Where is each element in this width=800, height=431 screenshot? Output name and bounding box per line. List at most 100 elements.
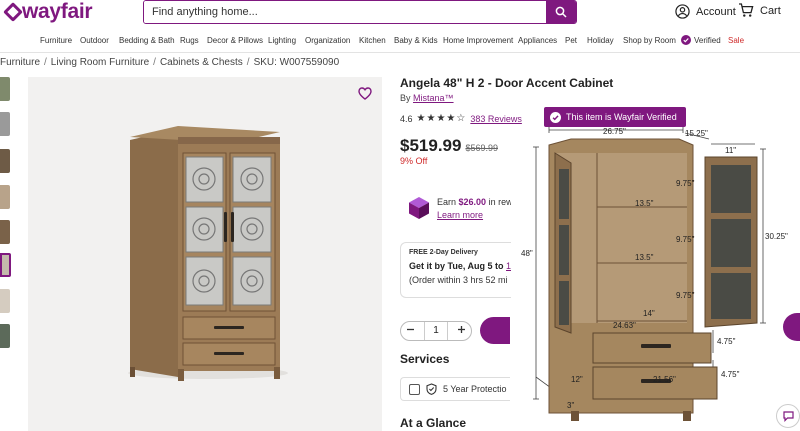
dim-label-inner-width: 24.63" (613, 321, 636, 330)
site-header: wayfair Account Cart (0, 0, 800, 28)
thumbnail[interactable] (0, 185, 10, 209)
reviews-link[interactable]: 383 Reviews (470, 114, 522, 124)
add-to-cart-button[interactable] (480, 317, 510, 344)
thumbnail-selected[interactable] (0, 253, 11, 277)
brand-link[interactable]: Mistana™ (413, 93, 454, 103)
rewards-learn-more-link[interactable]: Learn more (437, 210, 483, 220)
dim-label-door-width: 11" (725, 146, 737, 155)
nav-item-rugs[interactable]: Rugs (180, 36, 199, 45)
nav-item-organization[interactable]: Organization (305, 36, 350, 45)
breadcrumb-item[interactable]: Furniture (0, 57, 40, 68)
dim-label-door-height: 30.25" (765, 232, 788, 241)
logo-mark-icon (3, 2, 23, 22)
price-row: $519.99 $569.99 (400, 136, 498, 156)
search-bar (143, 0, 577, 24)
dim-label-shelf-gap-2: 9.75" (676, 235, 695, 244)
rewards-row: Earn $26.00 in rew Learn more (408, 196, 513, 222)
dim-label-inner-depth: 14" (643, 309, 655, 318)
rating-row: 4.6 ★★★★☆ 383 Reviews (400, 113, 522, 124)
nav-item-pet[interactable]: Pet (565, 36, 577, 45)
thumbnail[interactable] (0, 289, 10, 313)
rewards-text: Earn $26.00 in rew Learn more (437, 196, 513, 222)
nav-item-kitchen[interactable]: Kitchen (359, 36, 386, 45)
product-info-panel: Angela 48" H 2 - Door Accent Cabinet By … (400, 76, 800, 430)
cart-icon (739, 3, 754, 17)
nav-item-home-improvement[interactable]: Home Improvement (443, 36, 513, 45)
nav-item-bedding-bath[interactable]: Bedding & Bath (119, 36, 175, 45)
breadcrumb-sku: SKU: W007559090 (253, 57, 340, 68)
nav-item-shop-by-room[interactable]: Shop by Room (623, 36, 676, 45)
search-button[interactable] (546, 1, 576, 23)
cart-link[interactable]: Cart (738, 3, 781, 18)
thumbnail[interactable] (0, 112, 10, 136)
search-icon (555, 6, 567, 18)
favorite-button[interactable] (358, 87, 372, 105)
chat-button[interactable] (776, 404, 800, 428)
brand-line: By Mistana™ (400, 93, 454, 103)
decrement-button[interactable] (406, 325, 415, 337)
quantity-value[interactable]: 1 (424, 322, 448, 340)
dim-label-drawer-width: 21.56" (653, 375, 676, 384)
verified-badge-text: This item is Wayfair Verified (566, 112, 677, 122)
original-price: $569.99 (465, 143, 498, 153)
wayfair-logo[interactable]: wayfair (3, 0, 93, 24)
protection-label: 5 Year Protectio (443, 384, 507, 394)
nav-item-decor-pillows[interactable]: Decor & Pillows (207, 36, 263, 45)
dim-label-shelf-depth-2: 13.5" (635, 253, 654, 262)
thumbnail[interactable] (0, 149, 10, 173)
dimensions-diagram: 26.75" 15.25" 11" 48" 30.25" 9.75" 9.75"… (511, 127, 800, 431)
nav-item-baby-kids[interactable]: Baby & Kids (394, 36, 438, 45)
protection-plan-option[interactable]: 5 Year Protectio (400, 377, 510, 401)
dimensions-drawing (533, 127, 766, 421)
breadcrumb-separator: / (246, 57, 250, 68)
breadcrumb: Furniture / Living Room Furniture / Cabinets… (0, 57, 339, 68)
dim-label-depth-top: 15.25" (685, 129, 708, 138)
services-heading: Services (400, 352, 450, 366)
thumbnail[interactable] (0, 220, 10, 244)
rating-value: 4.6 (400, 113, 413, 124)
dim-label-drawer-1: 4.75" (717, 337, 736, 346)
nav-item-holiday[interactable]: Holiday (587, 36, 614, 45)
current-price: $519.99 (400, 136, 462, 155)
thumbnail[interactable] (0, 77, 10, 101)
product-main-image[interactable] (28, 77, 382, 431)
rewards-suffix: in rew (488, 197, 513, 207)
breadcrumb-separator: / (153, 57, 156, 68)
product-page: wayfair Account Cart Furniture Outdoor B… (0, 0, 800, 431)
chat-icon (782, 410, 794, 422)
nav-item-lighting[interactable]: Lighting (268, 36, 296, 45)
search-input[interactable] (144, 1, 546, 23)
nav-item-appliances[interactable]: Appliances (518, 36, 557, 45)
dim-label-leg-height: 3" (567, 401, 575, 410)
verified-label: Verified (694, 35, 721, 45)
nav-item-verified[interactable]: Verified (681, 35, 721, 45)
delivery-date: Get it by Tue, Aug 5 to (409, 261, 504, 271)
discount-percent: 9% Off (400, 156, 428, 166)
account-link[interactable]: Account (675, 4, 736, 19)
rewards-amount: $26.00 (458, 197, 487, 207)
by-prefix: By (400, 93, 411, 103)
dim-label-shelf-depth-1: 13.5" (635, 199, 654, 208)
dim-label-width-top: 26.75" (603, 127, 626, 136)
increment-button[interactable] (457, 325, 466, 337)
rating-stars-icon: ★★★★☆ (416, 113, 467, 124)
breadcrumb-item[interactable]: Cabinets & Chests (160, 57, 243, 68)
dim-label-base-depth: 12" (571, 375, 583, 384)
cart-label: Cart (760, 4, 781, 17)
nav-item-furniture[interactable]: Furniture (40, 36, 72, 45)
dim-label-shelf-gap-3: 9.75" (676, 291, 695, 300)
breadcrumb-item[interactable]: Living Room Furniture (51, 57, 149, 68)
minus-icon (407, 328, 414, 331)
account-icon (675, 4, 690, 19)
wayfair-verified-badge[interactable]: This item is Wayfair Verified (544, 107, 686, 127)
thumbnail[interactable] (0, 324, 10, 348)
cabinet-illustration (128, 126, 288, 381)
rewards-cube-icon (409, 197, 429, 219)
account-label: Account (696, 5, 736, 18)
nav-item-outdoor[interactable]: Outdoor (80, 36, 109, 45)
nav-item-sale[interactable]: Sale (728, 36, 744, 45)
at-a-glance-heading: At a Glance (400, 416, 467, 430)
verified-check-icon (550, 111, 561, 123)
protection-checkbox[interactable] (409, 383, 420, 395)
shield-icon (426, 383, 437, 395)
